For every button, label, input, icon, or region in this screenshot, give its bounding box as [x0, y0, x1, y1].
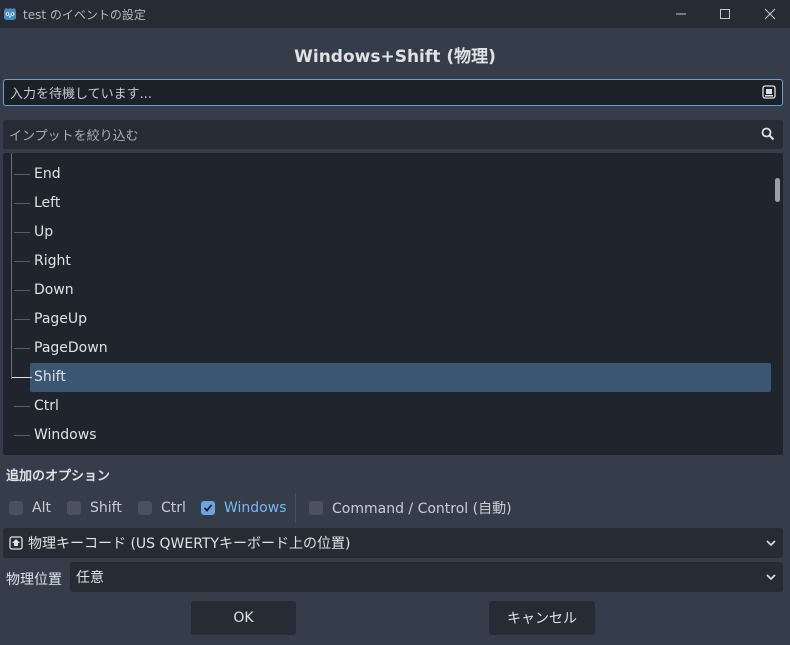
tree-item-windows[interactable]: Windows — [3, 421, 773, 450]
listen-placeholder: 入力を待機しています... — [10, 87, 153, 102]
tree-item-right[interactable]: Right — [3, 247, 773, 276]
checkbox-box — [67, 501, 81, 515]
command-control-checkbox[interactable]: Command / Control (自動) — [309, 498, 512, 518]
tree-item-end[interactable]: End — [3, 160, 773, 189]
tree-item-ctrl[interactable]: Ctrl — [3, 392, 773, 421]
keycode-type-select[interactable]: 物理キーコード (US QWERTYキーボード上の位置) — [3, 528, 783, 558]
checkbox-box — [9, 501, 23, 515]
tree-item-label: End — [34, 166, 61, 182]
tree-item-label: Shift — [34, 369, 66, 385]
tree-item-left[interactable]: Left — [3, 189, 773, 218]
tree-item-label: Windows — [34, 427, 97, 443]
tree-scrollbar-thumb[interactable] — [775, 178, 780, 202]
key-tree[interactable]: End Left Up Right Down PageUp PageDown S… — [3, 153, 783, 455]
tree-item-pageup[interactable]: PageUp — [3, 305, 773, 334]
chevron-down-icon — [766, 540, 776, 547]
physical-key-icon — [9, 536, 23, 550]
tree-item-label: Down — [34, 282, 74, 298]
options-heading: 追加のオプション — [6, 469, 111, 484]
checkbox-box — [138, 501, 152, 515]
minimize-button[interactable] — [658, 0, 703, 28]
tree-item-up[interactable]: Up — [3, 218, 773, 247]
tree-item-down[interactable]: Down — [3, 276, 773, 305]
checkbox-box — [309, 501, 323, 515]
location-select[interactable]: 任意 — [70, 562, 783, 592]
tree-item-label: Left — [34, 195, 61, 211]
keycode-type-value: 物理キーコード (US QWERTYキーボード上の位置) — [28, 536, 351, 552]
windows-checkbox[interactable]: Windows — [201, 498, 287, 518]
window-title: test のイベントの設定 — [23, 7, 146, 22]
checkmark-icon — [203, 504, 213, 512]
options-divider — [295, 493, 296, 523]
alt-checkbox[interactable]: Alt — [9, 498, 51, 518]
selection-highlight — [30, 363, 771, 392]
minimize-icon — [675, 13, 686, 15]
filter-input[interactable]: インプットを絞り込む — [3, 120, 783, 149]
cancel-button[interactable]: キャンセル — [489, 601, 595, 635]
title-bar: test のイベントの設定 — [0, 0, 790, 28]
location-value: 任意 — [76, 570, 104, 586]
ctrl-checkbox[interactable]: Ctrl — [138, 498, 186, 518]
listen-input[interactable]: 入力を待機しています... — [3, 79, 783, 106]
maximize-icon — [719, 9, 730, 19]
location-label: 物理位置 — [6, 572, 62, 588]
ok-button[interactable]: OK — [191, 601, 296, 635]
tree-item-label: Ctrl — [34, 398, 59, 414]
maximize-button[interactable] — [702, 0, 747, 28]
checkbox-box — [201, 501, 215, 515]
chevron-down-icon — [766, 574, 776, 581]
tree-item-label: Up — [34, 224, 54, 240]
close-icon — [764, 8, 775, 20]
shift-checkbox[interactable]: Shift — [67, 498, 122, 518]
tree-item-label: PageUp — [34, 311, 88, 327]
search-icon — [761, 127, 775, 141]
close-button[interactable] — [747, 0, 790, 28]
event-heading: Windows+Shift (物理) — [294, 47, 496, 67]
tree-item-label: Right — [34, 253, 71, 269]
tree-item-shift[interactable]: Shift — [3, 363, 773, 392]
keyboard-icon — [762, 85, 776, 99]
godot-icon — [4, 8, 16, 20]
filter-placeholder: インプットを絞り込む — [9, 129, 139, 144]
tree-item-label: PageDown — [34, 340, 108, 356]
tree-item-pagedown[interactable]: PageDown — [3, 334, 773, 363]
